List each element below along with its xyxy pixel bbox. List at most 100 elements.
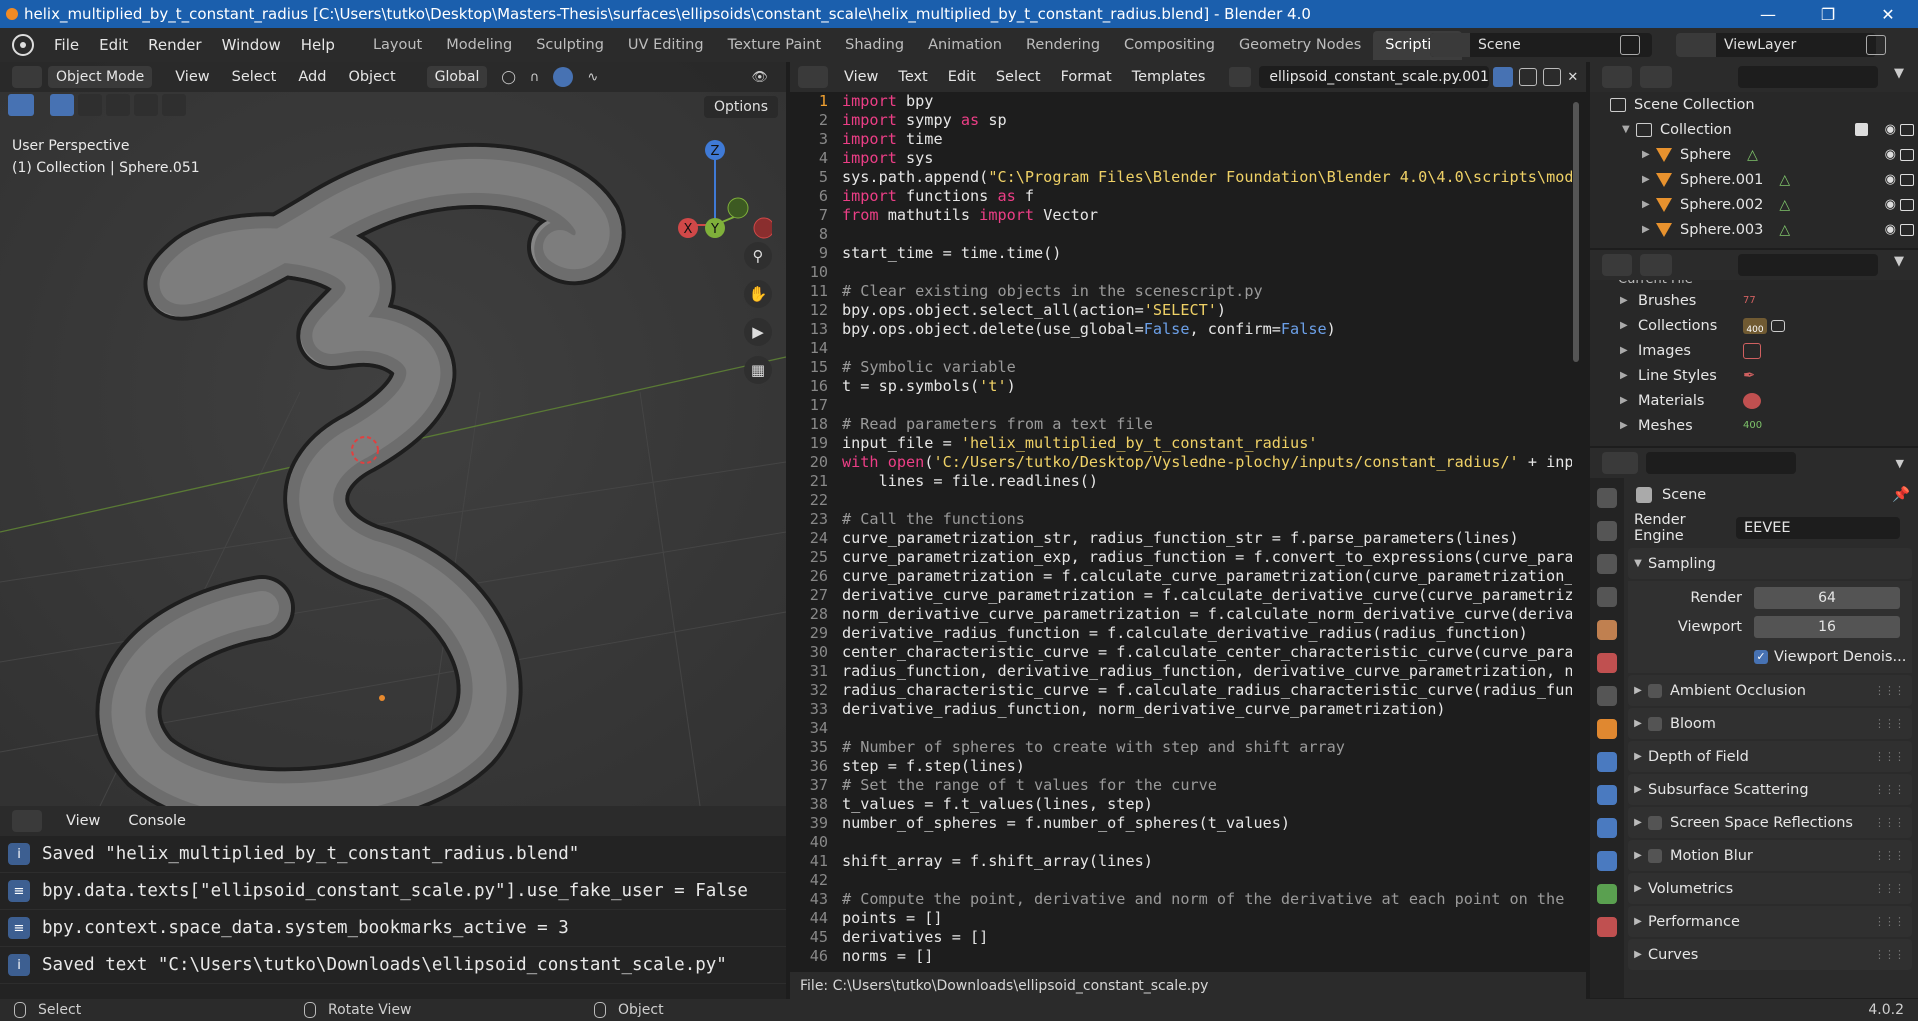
- console-line[interactable]: i Saved "helix_multiplied_by_t_constant_r…: [0, 836, 786, 873]
- select-invert-icon[interactable]: [134, 94, 158, 116]
- transform-orientation-dropdown[interactable]: Global: [426, 66, 488, 88]
- code-line[interactable]: shift_array = f.shift_array(lines): [842, 852, 1572, 871]
- code-line[interactable]: # Number of spheres to create with step …: [842, 738, 1572, 757]
- code-line[interactable]: curve_parametrization = f.calculate_curv…: [842, 567, 1572, 586]
- console-line[interactable]: ≡ bpy.context.space_data.system_bookmarks…: [0, 910, 786, 947]
- render-camera-icon[interactable]: [1900, 123, 1914, 136]
- code-line[interactable]: derivatives = []: [842, 928, 1572, 947]
- code-line[interactable]: bpy.ops.object.select_all(action='SELECT…: [842, 301, 1572, 320]
- file-item-brushes[interactable]: ▶ Brushes 77: [1590, 288, 1918, 313]
- text-editor-type-icon[interactable]: [798, 66, 828, 88]
- collapse-icon[interactable]: ▼: [1622, 124, 1636, 135]
- tab-sculpting[interactable]: Sculpting: [524, 31, 616, 60]
- editor-type-icon[interactable]: [12, 66, 42, 88]
- pan-hand-icon[interactable]: ✋: [744, 280, 772, 308]
- text-file-name-field[interactable]: ellipsoid_constant_scale.py.001: [1259, 66, 1490, 88]
- code-line[interactable]: points = []: [842, 909, 1572, 928]
- panel-enable-checkbox[interactable]: [1648, 716, 1662, 731]
- data-tab-icon[interactable]: [1597, 884, 1617, 904]
- pin-icon[interactable]: 📌: [1892, 486, 1910, 503]
- render-tab-icon[interactable]: [1597, 521, 1617, 541]
- console-menu-view[interactable]: View: [52, 813, 114, 829]
- mesh-data-icon[interactable]: △: [1747, 147, 1758, 163]
- outliner-item-sphere[interactable]: ▶ Sphere △ ◉: [1590, 142, 1918, 167]
- code-text[interactable]: import bpy import sympy as sp import time i…: [842, 92, 1572, 966]
- editor-scrollbar[interactable]: [1573, 102, 1579, 362]
- panel-screen-space-reflections[interactable]: ▶ Screen Space Reflections ⋮⋮⋮: [1628, 807, 1912, 838]
- code-line[interactable]: with open('C:/Users/tutko/Desktop/Vysled…: [842, 453, 1572, 472]
- view-layer-selector[interactable]: ViewLayer: [1676, 33, 1876, 57]
- code-line[interactable]: radius_characteristic_curve = f.calculat…: [842, 681, 1572, 700]
- eye-icon[interactable]: ◉: [1885, 172, 1896, 187]
- code-area[interactable]: 1 2 3 4 5 6 7 8 9 10 11 12 13 14 15 16 17 18 19 20 21 22 23 24 2…: [790, 92, 1572, 972]
- expand-icon[interactable]: ▶: [1620, 320, 1638, 331]
- select-extend-icon[interactable]: [78, 94, 102, 116]
- pivot-icon[interactable]: ◯: [501, 70, 516, 85]
- mesh-data-icon[interactable]: △: [1779, 197, 1790, 213]
- gizmo-neg-x-axis[interactable]: [753, 217, 772, 239]
- code-line[interactable]: # Read parameters from a text file: [842, 415, 1572, 434]
- mode-dropdown[interactable]: Object Mode: [48, 66, 153, 88]
- console-editor-type-icon[interactable]: [12, 810, 42, 832]
- fake-user-shield-icon[interactable]: [1493, 67, 1514, 87]
- particles-tab-icon[interactable]: [1597, 785, 1617, 805]
- code-line[interactable]: import time: [842, 130, 1572, 149]
- constraints-tab-icon[interactable]: [1597, 851, 1617, 871]
- expand-icon[interactable]: ▶: [1642, 199, 1656, 210]
- select-intersect-icon[interactable]: [162, 94, 186, 116]
- viewport-menu-view[interactable]: View: [164, 69, 220, 85]
- code-line[interactable]: import sympy as sp: [842, 111, 1572, 130]
- duplicate-text-icon[interactable]: [1519, 68, 1538, 86]
- code-line[interactable]: [842, 491, 1572, 510]
- code-line[interactable]: bpy.ops.object.delete(use_global=False, …: [842, 320, 1572, 339]
- tab-shading[interactable]: Shading: [833, 31, 916, 60]
- panel-enable-checkbox[interactable]: [1648, 848, 1662, 863]
- code-line[interactable]: [842, 339, 1572, 358]
- eye-icon[interactable]: ◉: [1885, 122, 1896, 137]
- drag-grip-icon[interactable]: ⋮⋮⋮: [1874, 750, 1905, 763]
- blend-editor-type-icon[interactable]: [1602, 254, 1632, 276]
- panel-depth-of-field[interactable]: ▶ Depth of Field ⋮⋮⋮: [1628, 741, 1912, 772]
- blend-display-mode-icon[interactable]: [1640, 254, 1672, 276]
- tab-rendering[interactable]: Rendering: [1014, 31, 1112, 60]
- drag-grip-icon[interactable]: ⋮⋮⋮: [1874, 717, 1905, 730]
- code-line[interactable]: [842, 263, 1572, 282]
- select-tool-icon[interactable]: [8, 94, 34, 116]
- code-line[interactable]: [842, 225, 1572, 244]
- blend-search-input[interactable]: [1738, 254, 1878, 276]
- expand-icon[interactable]: ▶: [1620, 395, 1638, 406]
- text-menu-edit[interactable]: Edit: [938, 69, 986, 85]
- drag-grip-icon[interactable]: ⋮⋮⋮: [1874, 816, 1905, 829]
- file-item-materials[interactable]: ▶ Materials: [1590, 388, 1918, 413]
- tab-modeling[interactable]: Modeling: [434, 31, 524, 60]
- console-menu-console[interactable]: Console: [114, 813, 200, 829]
- code-line[interactable]: norm_derivative_curve_parametrization = …: [842, 605, 1572, 624]
- modifier-tab-icon[interactable]: [1597, 752, 1617, 772]
- render-samples-field[interactable]: 64: [1754, 586, 1900, 609]
- menu-render[interactable]: Render: [138, 36, 211, 54]
- eye-icon[interactable]: ◉: [1885, 197, 1896, 212]
- code-line[interactable]: center_characteristic_curve = f.calculat…: [842, 643, 1572, 662]
- mesh-data-icon[interactable]: △: [1779, 172, 1790, 188]
- material-tab-icon[interactable]: [1597, 917, 1617, 937]
- text-menu-format[interactable]: Format: [1051, 69, 1122, 85]
- menu-help[interactable]: Help: [291, 36, 345, 54]
- code-line[interactable]: # Clear existing objects in the scenescr…: [842, 282, 1572, 301]
- render-engine-dropdown[interactable]: EEVEE: [1736, 516, 1900, 539]
- proportional-edit-icon[interactable]: [553, 67, 574, 87]
- outliner-item-scene-collection[interactable]: Scene Collection: [1590, 92, 1918, 117]
- new-view-layer-icon[interactable]: [1866, 35, 1886, 55]
- panel-motion-blur[interactable]: ▶ Motion Blur ⋮⋮⋮: [1628, 840, 1912, 871]
- tab-animation[interactable]: Animation: [916, 31, 1014, 60]
- file-item-line-styles[interactable]: ▶ Line Styles ✒: [1590, 363, 1918, 388]
- panel-enable-checkbox[interactable]: [1648, 815, 1662, 830]
- code-line[interactable]: start_time = time.time(): [842, 244, 1572, 263]
- eye-icon[interactable]: ◉: [1885, 147, 1896, 162]
- panel-bloom[interactable]: ▶ Bloom ⋮⋮⋮: [1628, 708, 1912, 739]
- 3d-viewport[interactable]: Object Mode View Select Add Object Globa…: [0, 62, 786, 806]
- code-line[interactable]: t = sp.symbols('t'): [842, 377, 1572, 396]
- viewport-samples-field[interactable]: 16: [1754, 616, 1900, 638]
- code-line[interactable]: import sys: [842, 149, 1572, 168]
- outliner-search-input[interactable]: [1738, 66, 1878, 88]
- file-item-collections[interactable]: ▶ Collections 400: [1590, 313, 1918, 338]
